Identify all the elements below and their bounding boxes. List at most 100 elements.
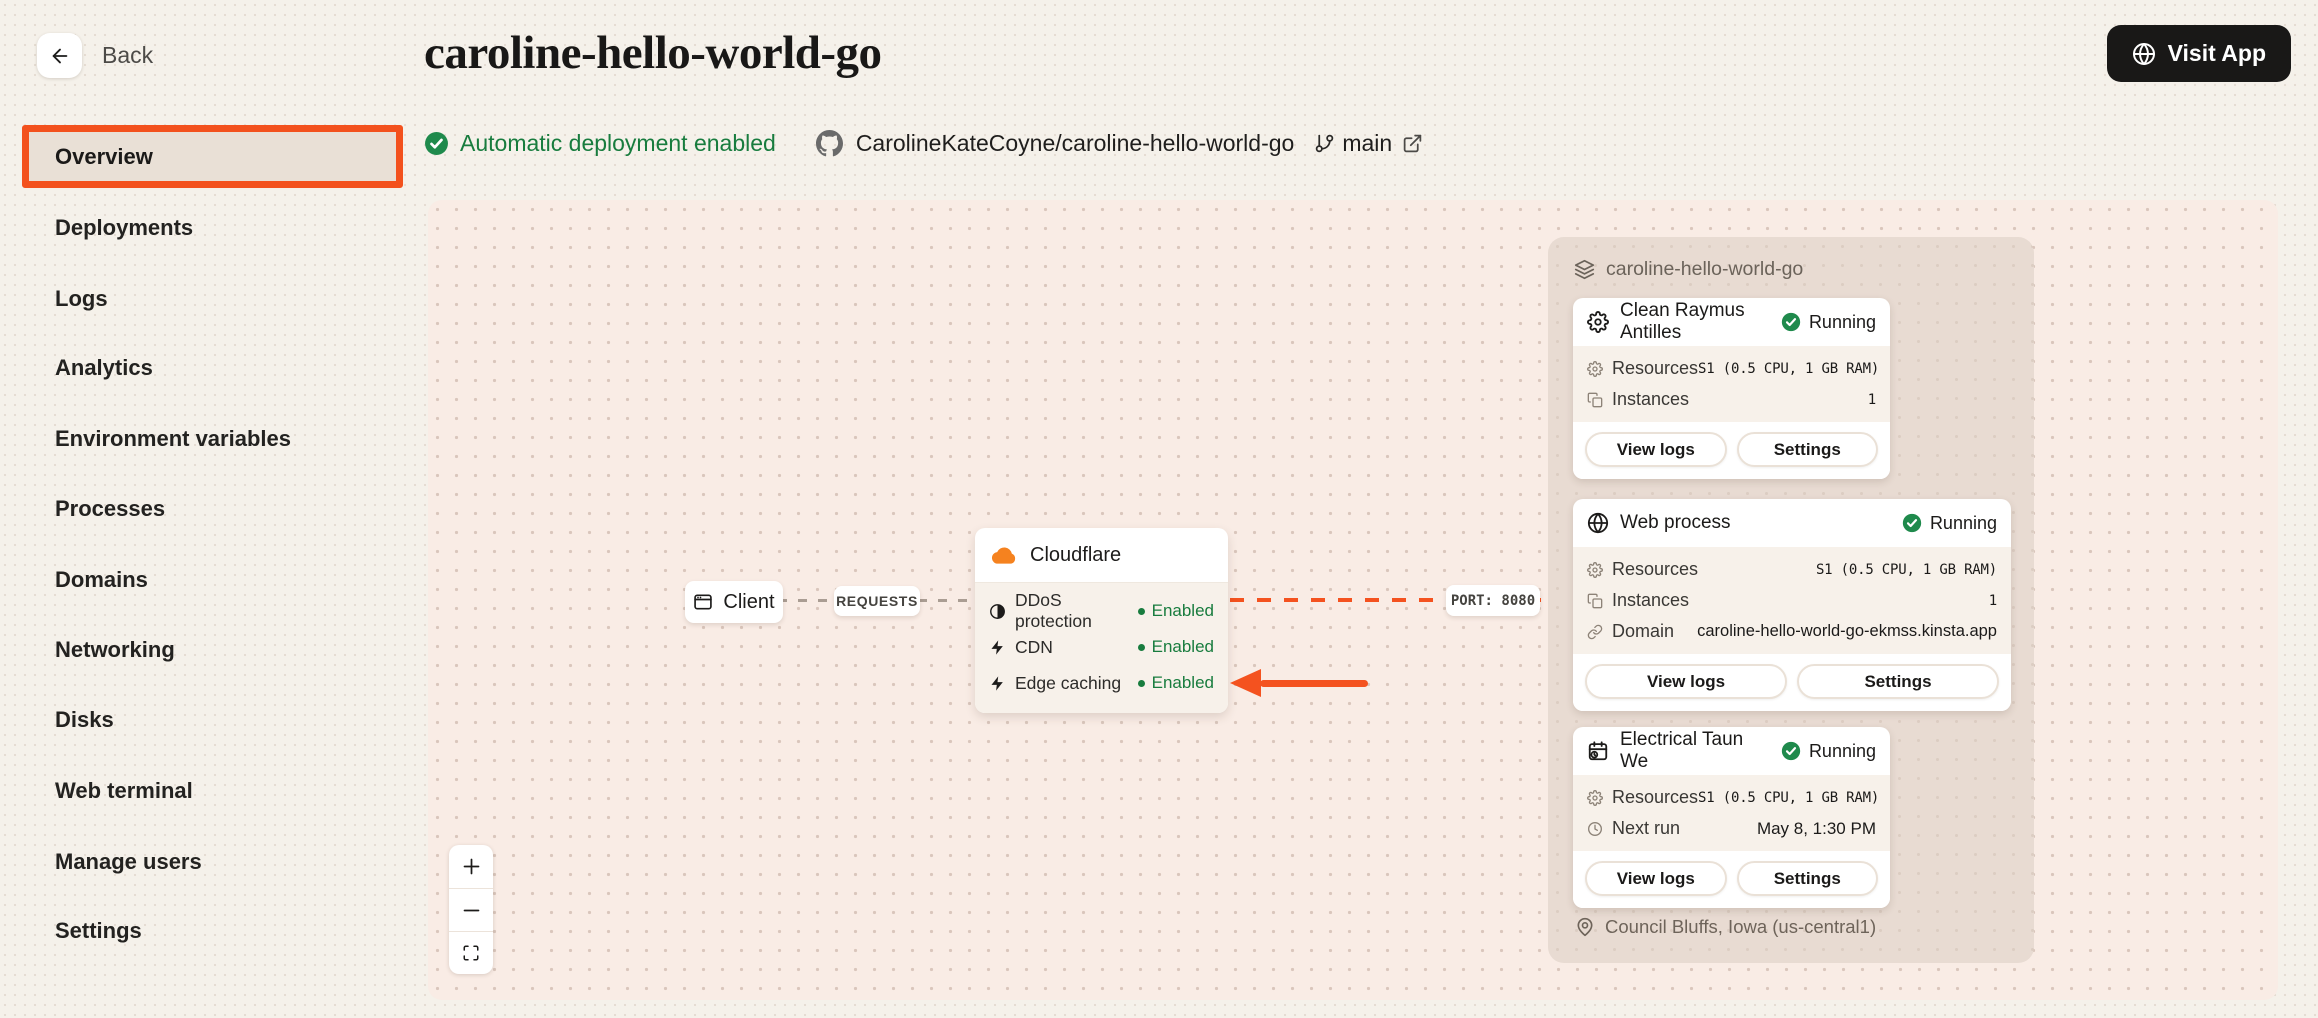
- canvas-zoom-controls: [449, 845, 493, 974]
- row-label: Resources: [1612, 787, 1698, 808]
- cloudflare-row-edge-caching: Edge caching Enabled: [989, 665, 1214, 701]
- row-value: S1 (0.5 CPU, 1 GB RAM): [1698, 361, 1879, 377]
- process-name: Electrical Taun We: [1620, 729, 1770, 773]
- resources-row: Resources S1 (0.5 CPU, 1 GB RAM): [1587, 782, 1876, 813]
- row-value: S1 (0.5 CPU, 1 GB RAM): [1816, 562, 1997, 578]
- sidebar-item-overview[interactable]: Overview: [22, 125, 403, 188]
- link-icon: [1587, 624, 1603, 640]
- status-dot: [1138, 608, 1145, 615]
- row-label: Resources: [1612, 559, 1698, 580]
- row-label: CDN: [1015, 637, 1053, 658]
- gear-icon: [1587, 361, 1603, 377]
- sidebar-item-networking[interactable]: Networking: [55, 634, 175, 666]
- sidebar-item-settings[interactable]: Settings: [55, 915, 142, 947]
- globe-icon: [2132, 42, 2156, 66]
- row-label: Instances: [1612, 590, 1689, 611]
- settings-button[interactable]: Settings: [1797, 664, 1999, 699]
- sidebar-item-web-terminal[interactable]: Web terminal: [55, 775, 193, 807]
- port-edge-label: PORT: 8080: [1446, 585, 1540, 616]
- view-logs-button[interactable]: View logs: [1585, 664, 1787, 699]
- cloudflare-node[interactable]: Cloudflare DDoS protection Enabled CDN E…: [975, 528, 1228, 713]
- row-status: Enabled: [1152, 673, 1214, 693]
- sidebar-item-disks[interactable]: Disks: [55, 704, 114, 736]
- sidebar-item-logs[interactable]: Logs: [55, 283, 108, 315]
- globe-icon: [1587, 512, 1609, 534]
- sidebar-item-environment-variables[interactable]: Environment variables: [55, 423, 291, 455]
- row-value: 1: [1868, 392, 1876, 408]
- gear-icon: [1587, 311, 1609, 333]
- app-group-panel: caroline-hello-world-go Clean Raymus Ant…: [1548, 237, 2034, 963]
- view-logs-button[interactable]: View logs: [1585, 861, 1727, 896]
- row-value: S1 (0.5 CPU, 1 GB RAM): [1698, 790, 1879, 806]
- zoom-out-button[interactable]: [449, 888, 493, 931]
- sidebar-item-analytics[interactable]: Analytics: [55, 352, 153, 384]
- process-card-electrical-taun-we[interactable]: Electrical Taun We Running Resources S1 …: [1573, 727, 1890, 908]
- row-label: Domain: [1612, 621, 1674, 642]
- browser-window-icon: [693, 592, 713, 612]
- app-group-header: caroline-hello-world-go: [1574, 258, 1803, 281]
- row-label: Edge caching: [1015, 673, 1121, 694]
- resources-row: Resources S1 (0.5 CPU, 1 GB RAM): [1587, 554, 1997, 585]
- row-value: caroline-hello-world-go-ekmss.kinsta.app: [1697, 622, 1997, 641]
- datacenter-location: Council Bluffs, Iowa (us-central1): [1575, 916, 1876, 938]
- layers-icon: [1574, 259, 1595, 280]
- row-label: Next run: [1612, 818, 1680, 839]
- cloudflare-row-cdn: CDN Enabled: [989, 629, 1214, 665]
- process-card-clean-raymus-antilles[interactable]: Clean Raymus Antilles Running Resources …: [1573, 298, 1890, 479]
- client-label: Client: [723, 591, 774, 614]
- topology-canvas[interactable]: Client REQUESTS Cloudflare DDoS protecti…: [428, 200, 2278, 1000]
- row-status: Enabled: [1152, 601, 1214, 621]
- status-badge: Running: [1781, 741, 1876, 762]
- bolt-icon: [989, 639, 1006, 656]
- resources-row: Resources S1 (0.5 CPU, 1 GB RAM): [1587, 353, 1876, 384]
- map-pin-icon: [1575, 917, 1595, 937]
- sidebar-item-processes[interactable]: Processes: [55, 493, 165, 525]
- domain-row: Domain caroline-hello-world-go-ekmss.kin…: [1587, 616, 1997, 647]
- row-value: May 8, 1:30 PM: [1757, 819, 1876, 839]
- location-label: Council Bluffs, Iowa (us-central1): [1605, 916, 1876, 938]
- git-branch-icon: [1314, 133, 1335, 154]
- app-group-title: caroline-hello-world-go: [1606, 258, 1803, 281]
- gear-icon: [1587, 562, 1603, 578]
- view-logs-button[interactable]: View logs: [1585, 432, 1727, 467]
- repository-link[interactable]: CarolineKateCoyne/caroline-hello-world-g…: [816, 130, 1295, 157]
- zoom-in-button[interactable]: [449, 845, 493, 888]
- fit-view-button[interactable]: [449, 931, 493, 974]
- sidebar-item-manage-users[interactable]: Manage users: [55, 846, 202, 878]
- repository-name: CarolineKateCoyne/caroline-hello-world-g…: [856, 130, 1295, 157]
- status-label: Running: [1809, 741, 1876, 762]
- visit-app-button[interactable]: Visit App: [2107, 25, 2291, 82]
- process-name: Web process: [1620, 512, 1731, 534]
- calendar-clock-icon: [1587, 740, 1609, 762]
- row-label: Resources: [1612, 358, 1698, 379]
- sidebar-item-deployments[interactable]: Deployments: [55, 212, 193, 244]
- visit-app-label: Visit App: [2168, 40, 2266, 67]
- settings-button[interactable]: Settings: [1737, 432, 1879, 467]
- sidebar-item-domains[interactable]: Domains: [55, 564, 148, 596]
- annotation-arrow: [1260, 680, 1368, 687]
- settings-button[interactable]: Settings: [1737, 861, 1879, 896]
- annotation-arrow-head: [1230, 669, 1261, 697]
- copies-icon: [1587, 593, 1603, 609]
- minus-icon: [461, 900, 482, 921]
- back-label[interactable]: Back: [102, 42, 153, 69]
- check-circle-icon: [1781, 741, 1801, 761]
- row-label: DDoS protection: [1015, 590, 1138, 632]
- cloud-icon: [991, 545, 1018, 565]
- branch-name: main: [1342, 130, 1392, 157]
- back-button[interactable]: [37, 33, 82, 78]
- process-name: Clean Raymus Antilles: [1620, 300, 1770, 344]
- requests-edge-label: REQUESTS: [834, 586, 920, 616]
- process-card-web-process[interactable]: Web process Running Resources S1 (0.5 CP…: [1573, 499, 2011, 711]
- shield-icon: [989, 603, 1006, 620]
- check-circle-icon: [1781, 312, 1801, 332]
- check-circle-icon: [1902, 513, 1922, 533]
- next-run-row: Next run May 8, 1:30 PM: [1587, 813, 1876, 844]
- status-badge: Running: [1781, 312, 1876, 333]
- client-node[interactable]: Client: [685, 581, 783, 623]
- branch-link[interactable]: main: [1314, 130, 1423, 157]
- fit-view-icon: [462, 944, 480, 962]
- bolt-icon: [989, 675, 1006, 692]
- github-icon: [816, 130, 843, 157]
- instances-row: Instances 1: [1587, 585, 1997, 616]
